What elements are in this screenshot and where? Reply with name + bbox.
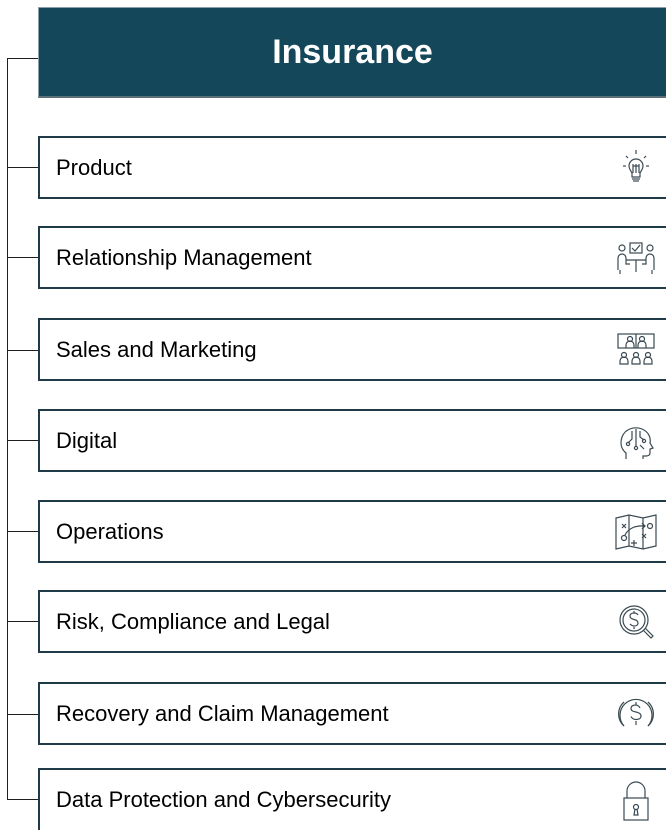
lightbulb-icon bbox=[612, 144, 660, 192]
item-label: Relationship Management bbox=[56, 244, 312, 270]
strategy-map-icon bbox=[612, 508, 660, 556]
connector-branch bbox=[7, 440, 38, 441]
connector-branch bbox=[7, 621, 38, 622]
header-banner: Insurance bbox=[38, 7, 666, 98]
lock-icon bbox=[612, 776, 660, 824]
connector-branch bbox=[7, 350, 38, 351]
meeting-icon bbox=[612, 234, 660, 282]
item-risk-compliance-legal: Risk, Compliance and Legal bbox=[38, 590, 666, 653]
dollar-search-icon bbox=[612, 598, 660, 646]
connector-branch bbox=[7, 167, 38, 168]
item-relationship-management: Relationship Management bbox=[38, 226, 666, 289]
item-recovery-claim-management: Recovery and Claim Management bbox=[38, 682, 666, 745]
item-product: Product bbox=[38, 136, 666, 199]
connector-branch bbox=[7, 257, 38, 258]
item-label: Recovery and Claim Management bbox=[56, 700, 389, 726]
connector-spine bbox=[7, 58, 8, 799]
connector-header bbox=[7, 58, 38, 59]
item-label: Digital bbox=[56, 427, 118, 453]
item-label: Sales and Marketing bbox=[56, 336, 257, 362]
item-operations: Operations bbox=[38, 500, 666, 563]
dollar-circle-icon bbox=[612, 690, 660, 738]
item-label: Product bbox=[56, 154, 132, 180]
item-label: Operations bbox=[56, 518, 164, 544]
header-title: Insurance bbox=[272, 32, 433, 71]
audience-icon bbox=[612, 326, 660, 374]
ai-head-icon bbox=[612, 417, 660, 465]
item-digital: Digital bbox=[38, 409, 666, 472]
connector-branch bbox=[7, 799, 38, 800]
item-data-protection-cybersecurity: Data Protection and Cybersecurity bbox=[38, 768, 666, 830]
item-label: Data Protection and Cybersecurity bbox=[56, 787, 392, 812]
item-label: Risk, Compliance and Legal bbox=[56, 608, 330, 634]
connector-branch bbox=[7, 531, 38, 532]
item-sales-and-marketing: Sales and Marketing bbox=[38, 318, 666, 381]
connector-branch bbox=[7, 714, 38, 715]
